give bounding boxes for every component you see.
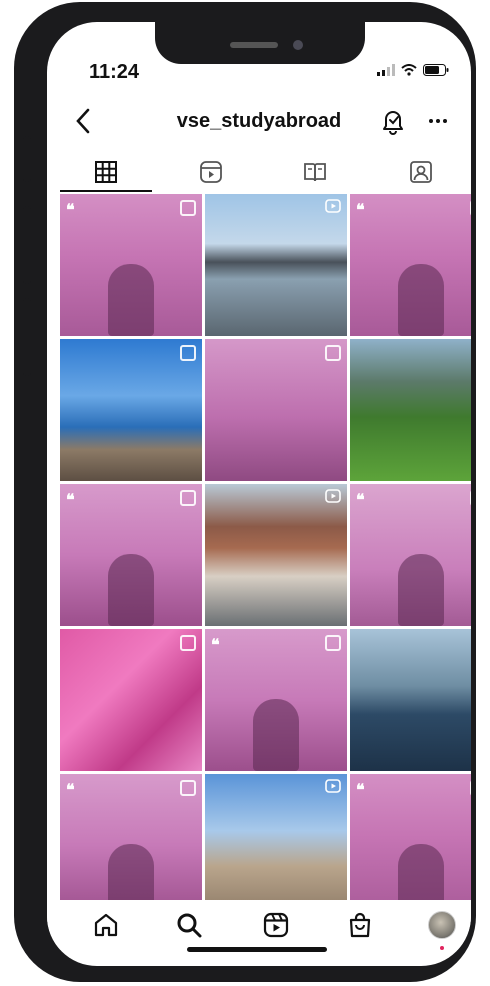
nav-reels[interactable] [259,908,293,942]
grid-icon [95,161,117,183]
post-thumbnail[interactable] [205,339,347,481]
side-button-mute [23,136,31,182]
screen: 11:24 vse_studyabroad ❝ ❝ ❝ ❝ ❝ ❝ ❝ [47,22,471,966]
wifi-icon [401,64,417,76]
carousel-icon [180,490,196,506]
post-thumbnail[interactable] [205,484,347,626]
bottom-navigation [47,900,471,950]
notification-dot [440,946,444,950]
tab-tagged[interactable] [391,150,451,194]
quote-mark-icon: ❝ [356,782,365,799]
profile-username: vse_studyabroad [176,110,342,132]
post-thumbnail[interactable] [60,339,202,481]
home-indicator [187,947,327,952]
reel-icon [325,779,341,793]
quote-mark-icon: ❝ [66,492,75,509]
post-thumbnail[interactable]: ❝ [350,774,471,916]
quote-mark-icon: ❝ [356,202,365,219]
more-dots-icon [429,119,447,123]
person-figure [108,554,154,626]
shopping-bag-icon [349,912,371,938]
more-options-button[interactable] [423,106,453,136]
profile-tabs [47,150,471,194]
post-thumbnail[interactable]: ❝ [60,774,202,916]
post-thumbnail[interactable]: ❝ [60,484,202,626]
battery-icon [423,64,449,76]
quote-mark-icon: ❝ [66,782,75,799]
tab-posts-grid[interactable] [76,150,136,194]
carousel-icon [180,780,196,796]
reels-icon [200,161,222,183]
quote-mark-icon: ❝ [211,637,220,654]
quote-mark-icon: ❝ [356,492,365,509]
post-thumbnail[interactable] [205,194,347,336]
status-time: 11:24 [89,61,140,83]
speaker [230,42,278,48]
carousel-icon [325,345,341,361]
notch [155,22,365,64]
reel-icon [325,199,341,213]
carousel-icon [180,635,196,651]
quote-mark-icon: ❝ [66,202,75,219]
person-figure [253,699,299,771]
bell-icon [383,111,403,135]
person-figure [108,264,154,336]
carousel-icon [180,345,196,361]
reels-icon [263,912,289,938]
search-icon [177,913,202,938]
tab-reels[interactable] [181,150,241,194]
profile-header: vse_studyabroad [47,100,471,144]
nav-shop[interactable] [343,908,377,942]
nav-home[interactable] [89,908,123,942]
camera [293,40,303,50]
tab-guides[interactable] [285,150,345,194]
side-button-volume-up [23,206,31,284]
home-icon [94,913,118,937]
person-figure [398,264,444,336]
post-thumbnail[interactable]: ❝ [350,484,471,626]
status-icons [377,64,449,76]
guide-book-icon [304,163,326,182]
carousel-icon [470,200,471,216]
nav-profile[interactable] [425,908,459,950]
carousel-icon [470,490,471,506]
nav-search[interactable] [172,908,206,942]
side-button-volume-down [23,298,31,376]
person-figure [398,554,444,626]
post-thumbnail[interactable]: ❝ [60,194,202,336]
signal-icon [377,64,395,76]
active-tab-indicator [60,190,152,192]
post-thumbnail[interactable] [350,339,471,481]
post-thumbnail[interactable] [350,629,471,771]
post-thumbnail[interactable] [60,629,202,771]
post-thumbnail[interactable]: ❝ [205,629,347,771]
post-thumbnail[interactable]: ❝ [350,194,471,336]
notifications-button[interactable] [379,106,407,136]
carousel-icon [180,200,196,216]
phone-frame: 11:24 vse_studyabroad ❝ ❝ ❝ ❝ ❝ ❝ ❝ [14,2,476,982]
profile-avatar [428,911,456,939]
posts-grid: ❝ ❝ ❝ ❝ ❝ ❝ ❝ [60,194,471,916]
reel-icon [325,489,341,503]
carousel-icon [325,635,341,651]
post-thumbnail[interactable] [205,774,347,916]
tagged-person-icon [410,161,432,183]
carousel-icon [470,780,471,796]
